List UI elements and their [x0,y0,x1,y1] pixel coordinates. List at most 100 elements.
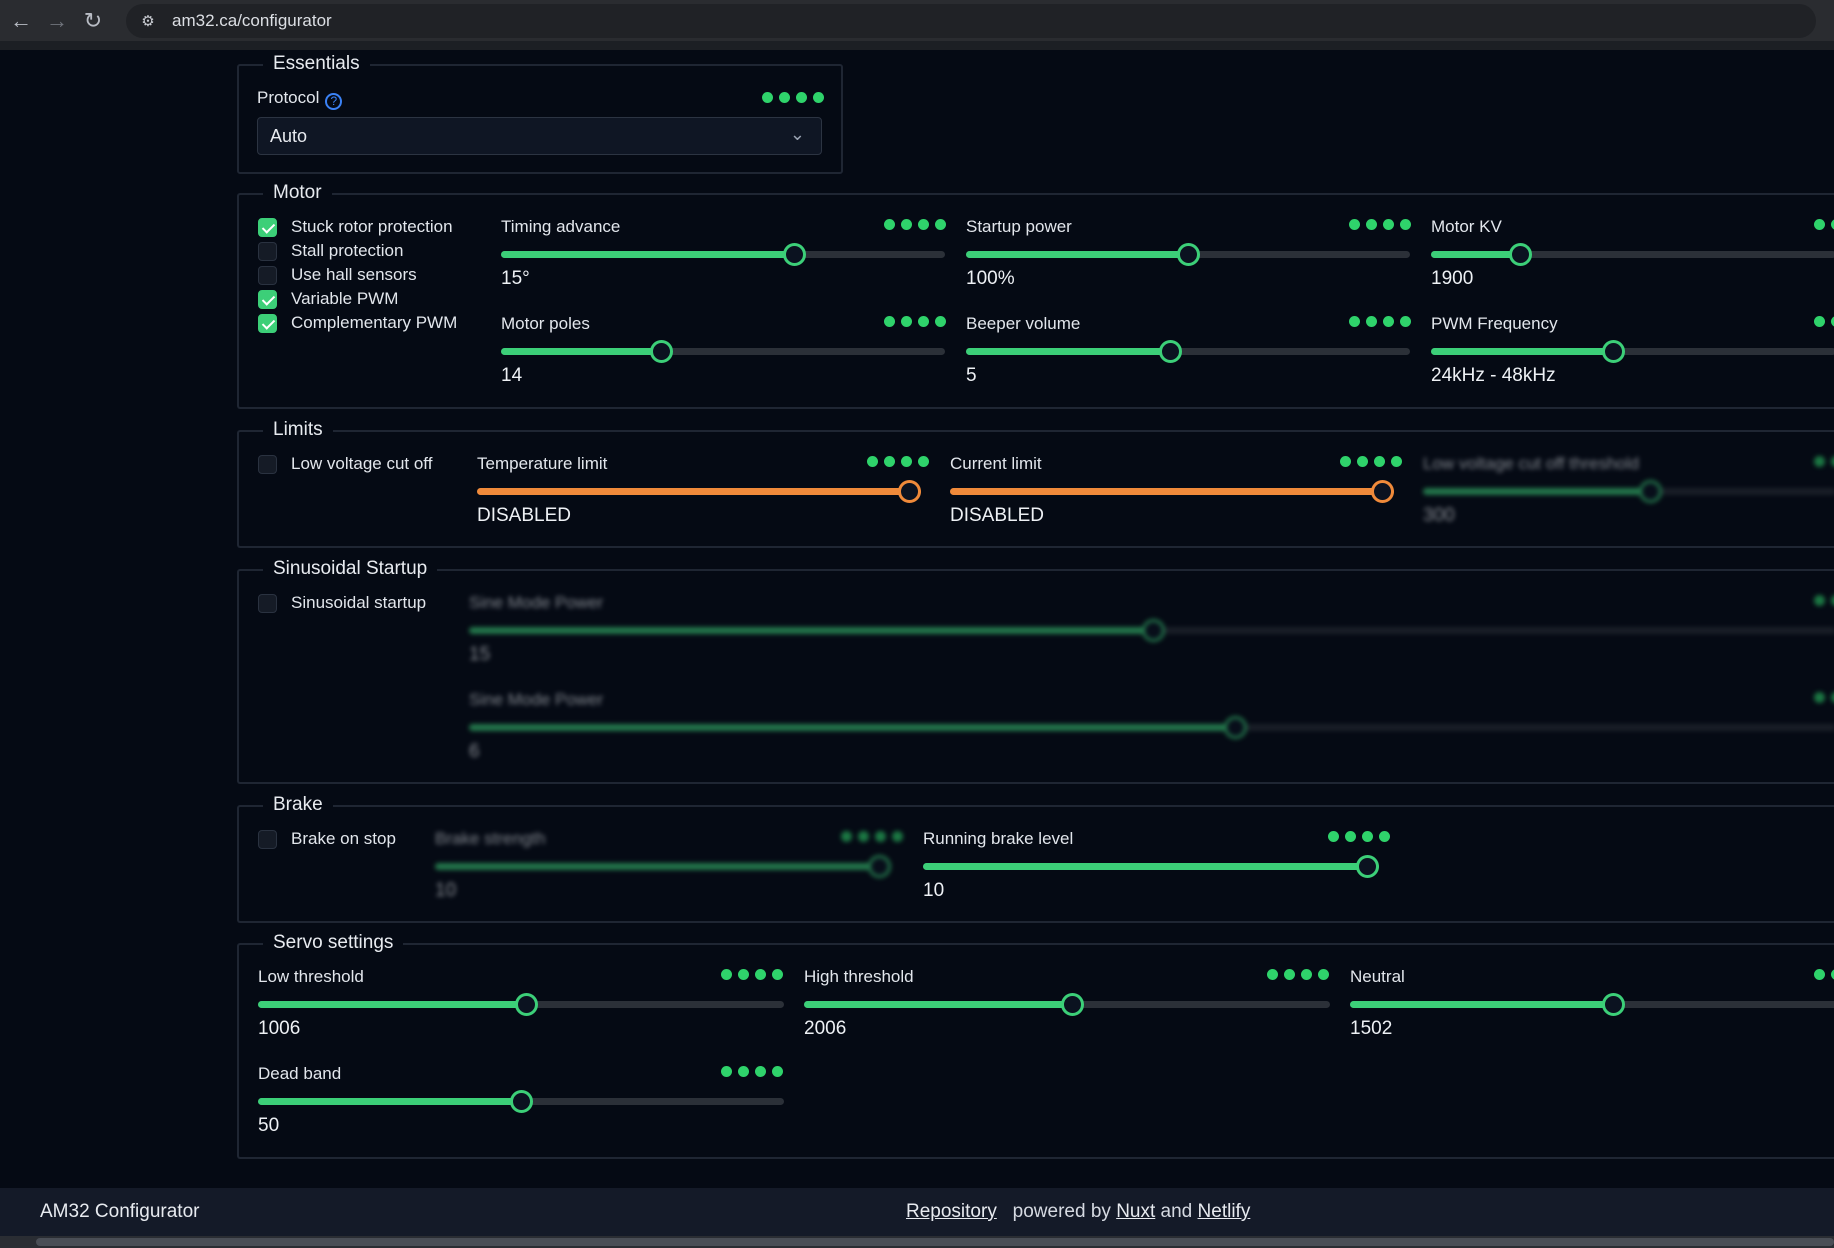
sinusoidal-legend: Sinusoidal Startup [263,558,438,580]
timing-advance-label: Timing advance [501,217,621,236]
protocol-select[interactable]: Auto ⌄ [257,117,822,155]
and-text: and [1160,1201,1193,1222]
address-bar[interactable]: ⚙ am32.ca/configurator [126,3,1816,38]
hall-sensors-checkbox[interactable] [258,266,277,285]
complementary-pwm-checkbox[interactable] [258,314,277,333]
brake-legend: Brake [263,794,333,816]
sinusoidal-section: Sinusoidal Startup Sinusoidal startup Si… [237,558,1834,784]
low-voltage-threshold-slider[interactable] [1423,479,1834,503]
toolbar-divider [0,41,1834,50]
startup-power-slider[interactable] [966,242,1410,266]
pwm-frequency-slider[interactable] [1431,339,1834,363]
slider-thumb[interactable] [1639,480,1662,503]
slider-thumb[interactable] [515,993,538,1016]
scrollbar-thumb[interactable] [36,1238,1834,1246]
status-dots [867,456,929,467]
dead-band-value: 50 [258,1115,280,1136]
motor-kv-slider[interactable] [1431,242,1834,266]
slider-thumb[interactable] [898,480,921,503]
forward-icon[interactable]: → [42,6,72,36]
url-text: am32.ca/configurator [172,10,332,30]
dead-band-slider[interactable] [258,1089,784,1113]
beeper-volume-value: 5 [966,365,977,386]
temperature-limit-label: Temperature limit [477,454,608,473]
site-settings-icon[interactable]: ⚙ [138,11,158,31]
nuxt-link[interactable]: Nuxt [1116,1201,1155,1222]
hall-sensors-label: Use hall sensors [291,265,417,284]
slider-thumb[interactable] [1224,716,1247,739]
motor-kv-value: 1900 [1431,268,1474,289]
timing-advance-slider[interactable] [501,242,945,266]
stuck-rotor-label: Stuck rotor protection [291,217,453,236]
current-limit-slider[interactable] [950,479,1394,503]
pwm-frequency-label: PWM Frequency [1431,314,1558,333]
current-limit-label: Current limit [950,454,1042,473]
browser-toolbar: ← → ↻ ⚙ am32.ca/configurator [0,0,1834,41]
brake-section: Brake Brake on stop Brake strength 10 Ru… [237,794,1834,923]
netlify-link[interactable]: Netlify [1198,1201,1251,1222]
stall-protection-label: Stall protection [291,241,404,260]
motor-poles-slider[interactable] [501,339,945,363]
beeper-volume-slider[interactable] [966,339,1410,363]
servo-section: Servo settings Low threshold 1006 High t… [237,932,1834,1159]
brake-strength-slider[interactable] [435,854,891,878]
footer: AM32 Configurator Repository powered by … [0,1188,1834,1236]
temperature-limit-slider[interactable] [477,479,921,503]
reload-icon[interactable]: ↻ [78,6,108,36]
running-brake-label: Running brake level [923,829,1074,848]
stall-protection-checkbox[interactable] [258,242,277,261]
back-icon[interactable]: ← [6,6,36,36]
help-icon[interactable]: ? [325,92,343,110]
current-limit-value: DISABLED [950,505,1044,526]
dead-band-label: Dead band [258,1064,342,1083]
sine-mode-power-slider-2[interactable] [469,715,1834,739]
sine-mode-power-value: 15 [469,644,491,665]
slider-thumb[interactable] [1509,243,1532,266]
variable-pwm-checkbox[interactable] [258,290,277,309]
slider-thumb[interactable] [650,340,673,363]
slider-thumb[interactable] [1159,340,1182,363]
status-dots [762,92,824,103]
brake-strength-value: 10 [435,880,457,901]
pwm-frequency-value: 24kHz - 48kHz [1431,365,1556,386]
stuck-rotor-checkbox[interactable] [258,218,277,237]
low-threshold-label: Low threshold [258,967,364,986]
brake-on-stop-checkbox[interactable] [258,830,277,849]
temperature-limit-value: DISABLED [477,505,571,526]
sine-mode-power-slider[interactable] [469,618,1834,642]
protocol-label-text: Protocol [257,88,320,107]
horizontal-scrollbar[interactable] [0,1236,1834,1248]
essentials-legend: Essentials [263,53,370,75]
slider-thumb[interactable] [1602,993,1625,1016]
sinusoidal-checkbox[interactable] [258,594,277,613]
high-threshold-slider[interactable] [804,992,1330,1016]
slider-thumb[interactable] [1371,480,1394,503]
status-dots [1814,595,1834,606]
repository-link[interactable]: Repository [906,1201,997,1222]
slider-thumb[interactable] [1356,855,1379,878]
status-dots [1814,219,1834,230]
low-threshold-slider[interactable] [258,992,784,1016]
slider-thumb[interactable] [1061,993,1084,1016]
low-voltage-threshold-value: 300 [1423,505,1455,526]
motor-kv-label: Motor KV [1431,217,1502,236]
status-dots [1814,692,1834,703]
slider-thumb[interactable] [1177,243,1200,266]
startup-power-label: Startup power [966,217,1072,236]
status-dots [1340,456,1402,467]
neutral-slider[interactable] [1350,992,1834,1016]
low-voltage-checkbox[interactable] [258,455,277,474]
slider-thumb[interactable] [510,1090,533,1113]
powered-by-text: powered by [1012,1201,1111,1222]
sine-mode-power-label: Sine Mode Power [469,593,604,612]
limits-section: Limits Low voltage cut off Temperature l… [237,419,1834,548]
slider-thumb[interactable] [783,243,806,266]
running-brake-slider[interactable] [923,854,1379,878]
slider-thumb[interactable] [868,855,891,878]
motor-legend: Motor [263,182,332,204]
complementary-pwm-label: Complementary PWM [291,313,458,332]
slider-thumb[interactable] [1142,619,1165,642]
slider-thumb[interactable] [1602,340,1625,363]
sine-mode-power-value-2: 6 [469,741,480,762]
status-dots [1814,456,1834,467]
